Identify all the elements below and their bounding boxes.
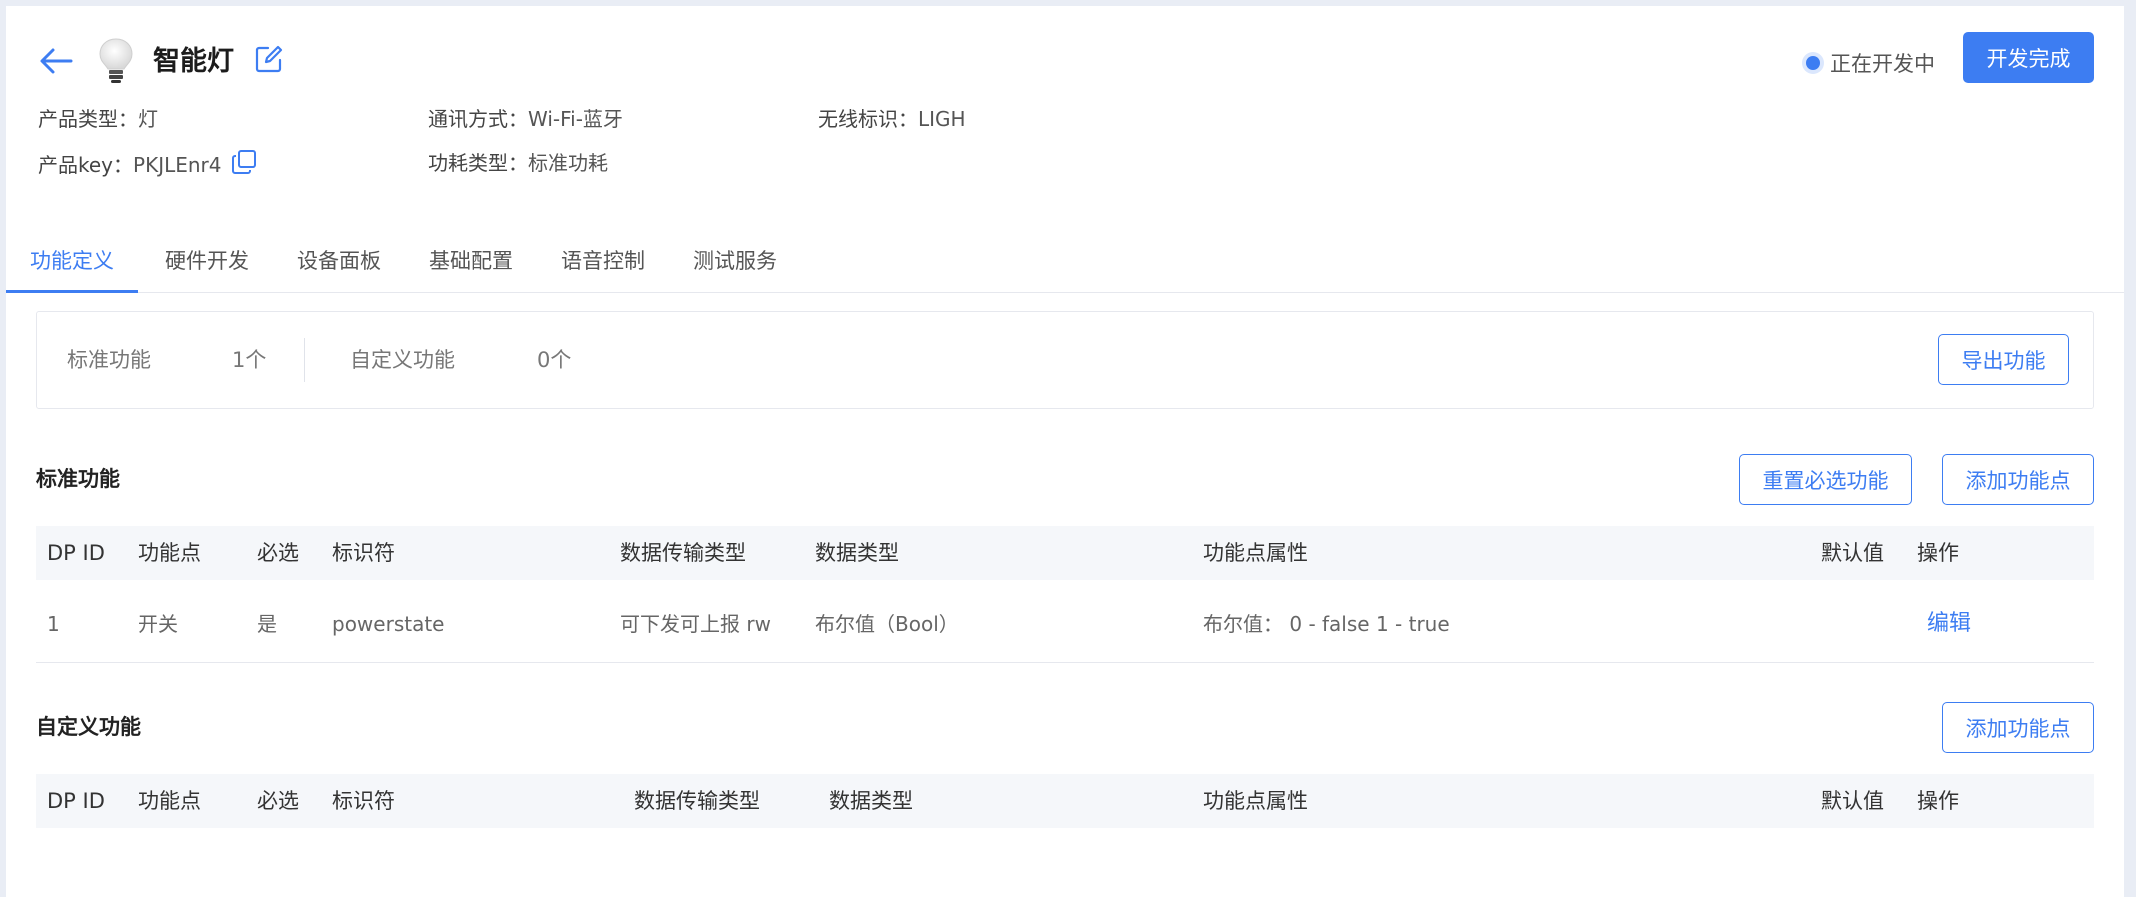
column-header: DP ID xyxy=(47,541,105,565)
tab-test-service[interactable]: 测试服务 xyxy=(679,232,791,290)
product-type-info: 产品类型：灯 xyxy=(38,104,158,134)
power-type-info: 功耗类型：标准功耗 xyxy=(428,148,608,178)
cell-data-type: 布尔值（Bool） xyxy=(815,612,959,636)
export-function-button[interactable]: 导出功能 xyxy=(1938,334,2069,385)
column-header: 数据传输类型 xyxy=(620,541,746,565)
add-custom-function-button[interactable]: 添加功能点 xyxy=(1942,702,2094,753)
product-key-info: 产品key：PKJLEnr4 xyxy=(38,148,258,180)
column-header: 数据传输类型 xyxy=(634,789,760,813)
cell-identifier: powerstate xyxy=(332,612,445,636)
wireless-id-info: 无线标识：LIGH xyxy=(818,104,966,134)
comm-method-info: 通讯方式：Wi-Fi-蓝牙 xyxy=(428,104,623,134)
custom-function-label: 自定义功能 xyxy=(350,348,455,372)
wireless-id-label: 无线标识： xyxy=(818,107,918,131)
tab-hardware-development[interactable]: 硬件开发 xyxy=(151,232,263,290)
status-badge: 正在开发中 xyxy=(1806,48,1935,78)
column-header: 操作 xyxy=(1917,541,1959,565)
power-type-value: 标准功耗 xyxy=(528,151,608,175)
tab-bar: 功能定义 硬件开发 设备面板 基础配置 语音控制 测试服务 xyxy=(6,232,2124,293)
comm-method-value: Wi-Fi-蓝牙 xyxy=(528,107,623,131)
back-arrow-icon[interactable] xyxy=(36,44,76,78)
comm-method-label: 通讯方式： xyxy=(428,107,528,131)
product-detail-page: 智能灯 正在开发中 开发完成 产品类型：灯 通讯方式：Wi-Fi-蓝牙 无线标识… xyxy=(6,6,2124,897)
column-header: 标识符 xyxy=(332,541,395,565)
page-title: 智能灯 xyxy=(153,46,234,77)
wireless-id-value: LIGH xyxy=(918,107,966,131)
column-header: 默认值 xyxy=(1821,541,1884,565)
product-type-value: 灯 xyxy=(138,107,158,131)
standard-function-count: 1个 xyxy=(232,348,267,372)
cell-property: 布尔值： 0 - false 1 - true xyxy=(1203,612,1450,636)
cell-transfer-type: 可下发可上报 rw xyxy=(620,612,771,636)
column-header: 操作 xyxy=(1917,789,1959,813)
cell-dp-id: 1 xyxy=(47,612,60,636)
column-header: 必选 xyxy=(257,541,299,565)
tab-voice-control[interactable]: 语音控制 xyxy=(547,232,659,290)
column-header: 数据类型 xyxy=(815,541,899,565)
table-row: 1 开关 是 powerstate 可下发可上报 rw 布尔值（Bool） 布尔… xyxy=(36,586,2094,663)
column-header: 功能点 xyxy=(138,541,201,565)
custom-table-header: DP ID 功能点 必选 标识符 数据传输类型 数据类型 功能点属性 默认值 操… xyxy=(36,774,2094,828)
add-function-point-button[interactable]: 添加功能点 xyxy=(1942,454,2094,505)
tab-function-definition[interactable]: 功能定义 xyxy=(6,232,138,293)
custom-section-title: 自定义功能 xyxy=(36,715,141,739)
status-dot-icon xyxy=(1806,56,1820,70)
standard-section-title: 标准功能 xyxy=(36,467,120,491)
cell-required: 是 xyxy=(257,612,277,636)
column-header: 必选 xyxy=(257,789,299,813)
copy-icon[interactable] xyxy=(230,148,258,176)
product-type-label: 产品类型： xyxy=(38,107,138,131)
column-header: 功能点属性 xyxy=(1203,541,1308,565)
standard-table-header: DP ID 功能点 必选 标识符 数据传输类型 数据类型 功能点属性 默认值 操… xyxy=(36,526,2094,580)
edit-link[interactable]: 编辑 xyxy=(1927,586,1971,662)
function-summary: 标准功能 1个 自定义功能 0个 导出功能 xyxy=(36,311,2094,409)
column-header: 标识符 xyxy=(332,789,395,813)
status-text: 正在开发中 xyxy=(1830,52,1935,76)
power-type-label: 功耗类型： xyxy=(428,151,528,175)
column-header: 默认值 xyxy=(1821,789,1884,813)
complete-development-button[interactable]: 开发完成 xyxy=(1963,32,2094,83)
tab-device-panel[interactable]: 设备面板 xyxy=(283,232,395,290)
product-key-value: PKJLEnr4 xyxy=(133,153,222,177)
lightbulb-icon xyxy=(92,36,140,86)
standard-function-label: 标准功能 xyxy=(67,348,151,372)
summary-divider xyxy=(304,338,305,382)
column-header: 功能点 xyxy=(138,789,201,813)
column-header: 功能点属性 xyxy=(1203,789,1308,813)
reset-required-button[interactable]: 重置必选功能 xyxy=(1739,454,1912,505)
product-key-label: 产品key： xyxy=(38,153,134,177)
cell-function-name: 开关 xyxy=(138,612,178,636)
tab-basic-config[interactable]: 基础配置 xyxy=(415,232,527,290)
edit-icon[interactable] xyxy=(254,44,288,78)
column-header: 数据类型 xyxy=(829,789,913,813)
column-header: DP ID xyxy=(47,789,105,813)
custom-function-count: 0个 xyxy=(537,348,572,372)
